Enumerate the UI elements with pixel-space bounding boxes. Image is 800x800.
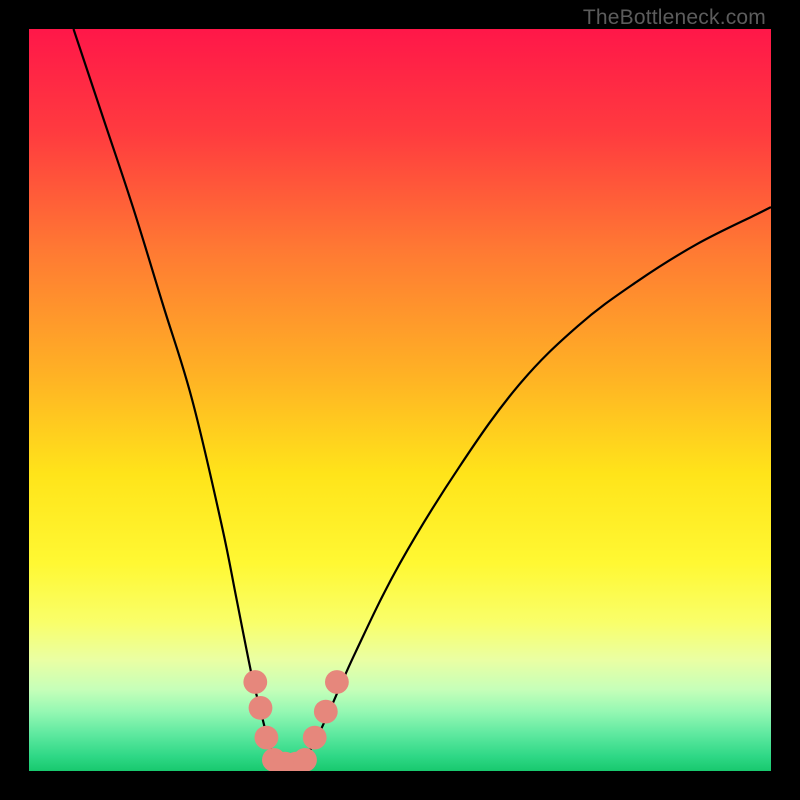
watermark-text: TheBottleneck.com bbox=[583, 6, 766, 30]
marker-right-2 bbox=[314, 700, 338, 724]
bottleneck-curve bbox=[74, 29, 772, 764]
marker-left-2 bbox=[249, 696, 273, 720]
marker-right-1 bbox=[303, 726, 327, 750]
marker-left-1 bbox=[243, 670, 267, 694]
chart-frame: TheBottleneck.com bbox=[0, 0, 800, 800]
plot-area bbox=[29, 29, 771, 771]
marker-bottom-4 bbox=[293, 748, 317, 771]
marker-right-3 bbox=[325, 670, 349, 694]
curve-layer bbox=[29, 29, 771, 771]
marker-left-3 bbox=[255, 726, 279, 750]
curve-markers bbox=[243, 670, 348, 771]
